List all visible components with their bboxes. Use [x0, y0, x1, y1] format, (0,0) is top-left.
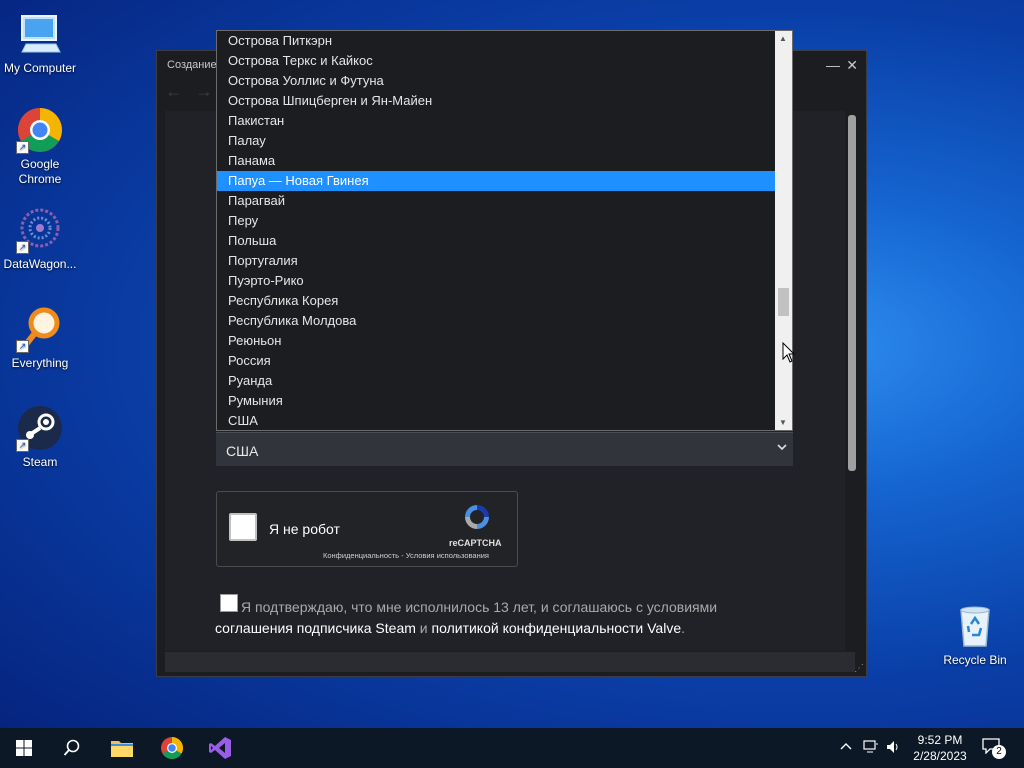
country-option[interactable]: Польша: [217, 231, 776, 251]
country-option[interactable]: Перу: [217, 211, 776, 231]
country-select-value: США: [226, 443, 259, 459]
agreement-text: Я подтверждаю, что мне исполнилось 13 ле…: [215, 597, 775, 639]
desktop-icon-everything[interactable]: ↗ Everything: [0, 305, 80, 371]
desktop-icon-label: Everything: [11, 356, 69, 370]
tray-chevron-up-icon[interactable]: [840, 740, 852, 768]
computer-icon: [16, 10, 64, 58]
country-option[interactable]: Пакистан: [217, 111, 776, 131]
close-button[interactable]: ✕: [846, 57, 858, 74]
subscriber-agreement-link[interactable]: соглашения подписчика Steam: [215, 620, 416, 636]
desktop-icon-label: Recycle Bin: [943, 653, 1007, 667]
forward-arrow-icon[interactable]: →: [195, 81, 213, 102]
visual-studio-icon: [209, 737, 231, 759]
scroll-down-arrow-icon[interactable]: ▼: [779, 418, 787, 427]
back-arrow-icon[interactable]: ←: [165, 81, 183, 102]
country-option[interactable]: Папуа — Новая Гвинея: [217, 171, 776, 191]
chrome-icon: [161, 737, 183, 759]
datawagon-icon: ↗: [16, 206, 64, 254]
search-icon: [63, 739, 80, 756]
recaptcha-label: Я не робот: [269, 521, 340, 537]
notification-center-button[interactable]: 2: [982, 738, 1008, 760]
taskbar: 9:52 PM 2/28/2023 2: [0, 728, 1024, 768]
country-option[interactable]: Палау: [217, 131, 776, 151]
recaptcha-brand: reCAPTCHA: [449, 538, 502, 548]
start-button[interactable]: [0, 728, 48, 768]
mouse-cursor-icon: [782, 341, 796, 369]
resize-grip-icon[interactable]: ⋰: [854, 663, 864, 674]
country-option[interactable]: Острова Шпицберген и Ян-Майен: [217, 91, 776, 111]
desktop-icon-steam[interactable]: ↗ Steam: [0, 404, 80, 470]
country-option[interactable]: Россия: [217, 351, 776, 371]
country-option[interactable]: Румыния: [217, 391, 776, 411]
country-option[interactable]: Острова Теркс и Кайкос: [217, 51, 776, 71]
country-option[interactable]: Руанда: [217, 371, 776, 391]
country-select[interactable]: США: [216, 432, 793, 466]
country-option[interactable]: Острова Питкэрн: [217, 31, 776, 51]
desktop-icon-datawagon[interactable]: ↗ DataWagon...: [0, 206, 80, 272]
recaptcha-checkbox[interactable]: [229, 513, 257, 541]
chevron-down-icon: [777, 441, 787, 455]
window-title: Создание: [167, 59, 217, 71]
taskbar-visual-studio[interactable]: [196, 728, 244, 768]
shortcut-arrow-icon: ↗: [16, 439, 29, 452]
desktop-icon-label: Google Chrome: [18, 157, 62, 186]
desktop-icon-recycle-bin[interactable]: Recycle Bin: [935, 602, 1015, 668]
country-option[interactable]: Республика Корея: [217, 291, 776, 311]
recaptcha-widget: Я не робот reCAPTCHA Конфиденциальность …: [216, 491, 518, 567]
desktop-icon-my-computer[interactable]: My Computer: [0, 10, 80, 76]
network-icon[interactable]: [863, 740, 879, 768]
taskbar-chrome[interactable]: [148, 728, 196, 768]
volume-icon[interactable]: [886, 740, 900, 768]
taskbar-file-explorer[interactable]: [98, 728, 146, 768]
clock-time: 9:52 PM: [917, 733, 963, 747]
chrome-icon: ↗: [16, 106, 64, 154]
agreement-text-start: Я подтверждаю, что мне исполнилось 13 ле…: [241, 599, 718, 615]
country-option[interactable]: Панама: [217, 151, 776, 171]
desktop-icon-label: My Computer: [3, 61, 77, 75]
agreement-text-end: .: [681, 620, 685, 636]
recaptcha-logo-icon: [462, 502, 492, 537]
taskbar-clock[interactable]: 9:52 PM 2/28/2023: [908, 732, 972, 764]
notification-count-badge: 2: [992, 745, 1006, 759]
desktop-icon-google-chrome[interactable]: ↗ Google Chrome: [0, 106, 80, 187]
scroll-up-arrow-icon[interactable]: ▲: [779, 34, 787, 43]
country-option[interactable]: Острова Уоллис и Футуна: [217, 71, 776, 91]
privacy-policy-link[interactable]: политикой конфиденциальности Valve: [432, 620, 682, 636]
window-scrollbar-thumb[interactable]: [848, 115, 856, 471]
shortcut-arrow-icon: ↗: [16, 141, 29, 154]
dropdown-scrollbar[interactable]: ▲ ▼: [775, 31, 792, 430]
shortcut-arrow-icon: ↗: [16, 241, 29, 254]
window-status-strip: [165, 652, 855, 672]
search-button[interactable]: [48, 728, 96, 768]
agreement-text-middle: и: [415, 620, 432, 636]
country-option[interactable]: Парагвай: [217, 191, 776, 211]
country-option[interactable]: Пуэрто-Рико: [217, 271, 776, 291]
dropdown-scroll-thumb[interactable]: [778, 288, 789, 316]
country-option[interactable]: США: [217, 411, 776, 430]
desktop-icon-label: Steam: [22, 455, 58, 469]
shortcut-arrow-icon: ↗: [16, 340, 29, 353]
everything-search-icon: ↗: [16, 305, 64, 353]
steam-icon: ↗: [16, 404, 64, 452]
country-dropdown-list[interactable]: Острова Питкэрн Острова Теркс и Кайкос Ост…: [216, 30, 793, 431]
country-option[interactable]: Республика Молдова: [217, 311, 776, 331]
recaptcha-terms-link[interactable]: Конфиденциальность - Условия использован…: [323, 551, 489, 560]
country-option[interactable]: Португалия: [217, 251, 776, 271]
desktop-icon-label: DataWagon...: [3, 257, 77, 271]
windows-logo-icon: [16, 740, 32, 756]
recycle-bin-icon: [951, 602, 999, 650]
clock-date: 2/28/2023: [913, 749, 967, 763]
folder-icon: [111, 741, 133, 757]
country-option[interactable]: Реюньон: [217, 331, 776, 351]
minimize-button[interactable]: —: [826, 57, 840, 73]
